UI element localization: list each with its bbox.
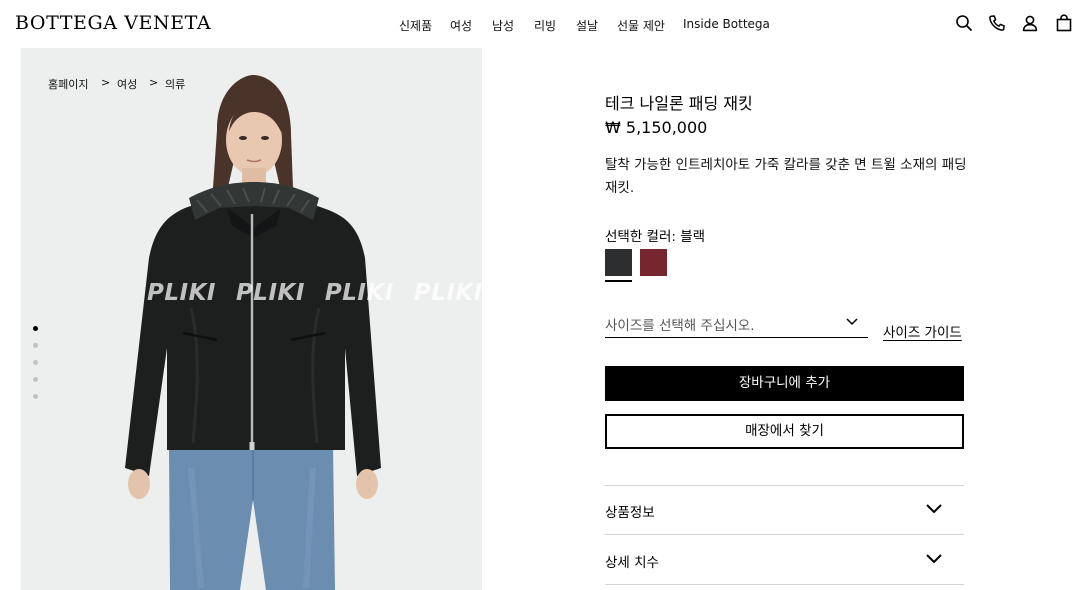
- size-guide-link[interactable]: 사이즈 가이드: [883, 321, 962, 341]
- selected-color-label: 선택한 컬러: 블랙: [605, 229, 706, 245]
- color-swatch-black[interactable]: [605, 249, 632, 276]
- chevron-down-icon: [926, 554, 942, 564]
- gallery-dot[interactable]: [33, 377, 38, 382]
- color-swatch-red[interactable]: [640, 249, 667, 276]
- watermark: PLIKI PLIKI PLIKI PLIKI: [147, 280, 482, 306]
- accordion-label: 상품정보: [605, 505, 655, 521]
- breadcrumb-home[interactable]: 홈페이지: [48, 76, 88, 92]
- divider: [605, 534, 964, 535]
- gallery-dot[interactable]: [33, 360, 38, 365]
- add-to-cart-button[interactable]: 장바구니에 추가: [605, 366, 964, 401]
- nav-item-gifts[interactable]: 선물 제안: [617, 17, 665, 34]
- chevron-down-icon: [926, 504, 942, 514]
- chevron-down-icon: [846, 318, 858, 326]
- breadcrumb-women[interactable]: 여성: [117, 76, 137, 92]
- nav-item-women[interactable]: 여성: [450, 17, 472, 34]
- phone-icon[interactable]: [988, 14, 1006, 32]
- breadcrumb-separator: >: [149, 76, 159, 89]
- accordion-product-info[interactable]: 상품정보: [605, 486, 964, 534]
- main-nav: 신제품 여성 남성 리빙 설날 선물 제안 Inside Bottega: [0, 17, 1080, 35]
- accordion-label: 상세 치수: [605, 555, 659, 571]
- accordion-measurements[interactable]: 상세 치수: [605, 536, 964, 584]
- model-photo: [125, 75, 381, 590]
- product-image[interactable]: PLIKI PLIKI PLIKI PLIKI: [21, 48, 482, 590]
- size-select-placeholder: 사이즈를 선택해 주십시오.: [605, 318, 755, 334]
- account-icon[interactable]: [1021, 14, 1039, 32]
- gallery-dot[interactable]: [33, 326, 38, 331]
- nav-item-inside-bottega[interactable]: Inside Bottega: [683, 17, 770, 31]
- find-in-store-button[interactable]: 매장에서 찾기: [605, 414, 964, 449]
- breadcrumb-clothing[interactable]: 의류: [165, 76, 185, 92]
- product-description: 탈착 가능한 인트레치아토 가죽 칼라를 갖춘 면 트윌 소재의 패딩 재킷.: [605, 157, 967, 196]
- nav-item-living[interactable]: 리빙: [534, 17, 556, 34]
- divider: [605, 584, 964, 585]
- size-select[interactable]: 사이즈를 선택해 주십시오.: [605, 312, 868, 338]
- gallery-dot[interactable]: [33, 343, 38, 348]
- nav-item-men[interactable]: 남성: [492, 17, 514, 34]
- gallery-dot[interactable]: [33, 394, 38, 399]
- search-icon[interactable]: [955, 14, 973, 32]
- gallery-pagination: [33, 326, 39, 402]
- product-price: ₩ 5,150,000: [605, 118, 708, 137]
- breadcrumb-separator: >: [101, 76, 111, 89]
- product-title: 테크 나일론 패딩 재킷: [605, 94, 753, 113]
- nav-item-lunar-new-year[interactable]: 설날: [576, 17, 598, 34]
- nav-item-new[interactable]: 신제품: [399, 17, 432, 34]
- shopping-bag-icon[interactable]: [1055, 14, 1073, 32]
- selected-swatch-indicator: [605, 280, 632, 282]
